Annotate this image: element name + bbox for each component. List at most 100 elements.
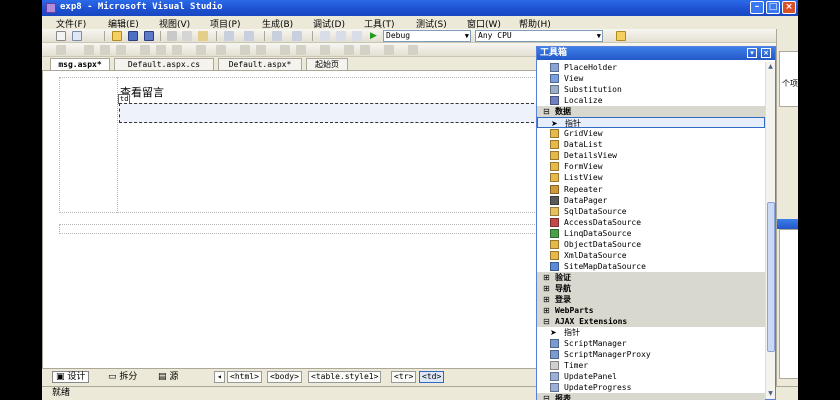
tab-start-page[interactable]: 起始页: [306, 58, 348, 70]
toolbox-item[interactable]: DataList: [537, 139, 765, 150]
open-file-icon[interactable]: [112, 31, 122, 41]
toolbox-item[interactable]: SiteMapDataSource: [537, 261, 765, 272]
toolbox-item[interactable]: Substitution: [537, 84, 765, 95]
paste-icon[interactable]: [198, 31, 208, 41]
minimize-button[interactable]: –: [750, 1, 764, 14]
center-horizontally-icon[interactable]: [240, 45, 250, 55]
align-icon[interactable]: [56, 45, 66, 55]
toolbox-item[interactable]: XmlDataSource: [537, 250, 765, 261]
collapse-icon[interactable]: ⊟: [543, 316, 550, 327]
tag-table-style1[interactable]: <table.style1>: [308, 371, 382, 383]
bring-to-front-icon[interactable]: [280, 45, 290, 55]
undo-icon[interactable]: [224, 31, 234, 41]
toolbox-category[interactable]: ⊟ AJAX Extensions: [537, 316, 765, 328]
toolbox-item[interactable]: AccessDataSource: [537, 217, 765, 228]
selected-table-cell[interactable]: [119, 103, 539, 123]
tab-order-icon[interactable]: [344, 45, 354, 55]
scroll-thumb[interactable]: [767, 202, 775, 352]
new-project-icon[interactable]: [56, 31, 66, 41]
design-surface[interactable]: 查看留言 td: [42, 70, 539, 370]
toolbox-item[interactable]: ListView: [537, 172, 765, 183]
toolbox-item-pointer[interactable]: ➤ 指针: [537, 117, 765, 129]
toolbox-item-pointer[interactable]: ➤ 指针: [537, 327, 765, 338]
toolbox-item[interactable]: ScriptManager: [537, 338, 765, 349]
horizontal-spacing-icon[interactable]: [196, 45, 206, 55]
auto-hide-pin-icon[interactable]: ▾: [747, 48, 757, 58]
find-in-files-icon[interactable]: [616, 31, 626, 41]
design-view-button[interactable]: ▣ 设计: [52, 371, 90, 383]
tab-default-aspx[interactable]: Default.aspx*: [218, 58, 302, 70]
navigate-forward-icon[interactable]: [292, 31, 302, 41]
solution-configuration-combo[interactable]: Debug ▼: [383, 30, 471, 42]
toolbox-item[interactable]: Localize: [537, 95, 765, 106]
toolbox-item[interactable]: SqlDataSource: [537, 206, 765, 217]
center-vertically-icon[interactable]: [256, 45, 266, 55]
tag-html[interactable]: <html>: [227, 371, 262, 383]
make-same-width-icon[interactable]: [140, 45, 150, 55]
navigate-back-icon[interactable]: [272, 31, 282, 41]
tag-td[interactable]: <td>: [419, 371, 445, 383]
collapse-icon[interactable]: ⊟: [543, 393, 550, 400]
save-icon[interactable]: [128, 31, 138, 41]
toolbox-category[interactable]: ⊟ 报表: [537, 393, 765, 400]
toolbox-item[interactable]: UpdateProgress: [537, 382, 765, 393]
collapse-icon[interactable]: ⊟: [543, 106, 550, 117]
toolbox-item[interactable]: Repeater: [537, 184, 765, 195]
toolbox-item[interactable]: Timer: [537, 360, 765, 371]
scroll-down-icon[interactable]: ▼: [766, 389, 775, 398]
cut-icon[interactable]: [167, 31, 177, 41]
tag-body[interactable]: <body>: [267, 371, 302, 383]
source-view-button[interactable]: ▤ 源: [154, 371, 182, 383]
start-debugging-icon[interactable]: ▶: [370, 31, 377, 41]
maximize-button[interactable]: □: [766, 1, 780, 14]
toolbox-category[interactable]: ⊟ 数据: [537, 106, 765, 118]
toolbox-item[interactable]: LinqDataSource: [537, 228, 765, 239]
snap-icon[interactable]: [384, 45, 394, 55]
lock-controls-icon[interactable]: [320, 45, 330, 55]
expand-icon[interactable]: ⊞: [543, 283, 550, 294]
expand-icon[interactable]: ⊞: [543, 294, 550, 305]
toolbox-category[interactable]: ⊞ 登录: [537, 293, 765, 306]
tag-tr[interactable]: <tr>: [391, 371, 417, 383]
comment-icon[interactable]: [336, 31, 346, 41]
toolbox-item[interactable]: DetailsView: [537, 150, 765, 161]
expand-icon[interactable]: ⊞: [543, 272, 550, 283]
tab-msg-aspx[interactable]: msg.aspx*: [50, 58, 110, 70]
toolbox-item[interactable]: PlaceHolder: [537, 62, 765, 73]
tab-default-aspx-cs[interactable]: Default.aspx.cs: [114, 58, 214, 70]
format-icon[interactable]: [408, 45, 418, 55]
toolbox-category[interactable]: ⊞ 导航: [537, 282, 765, 294]
toolbox-item[interactable]: FormView: [537, 161, 765, 172]
toolbox-category[interactable]: ⊞ 验证: [537, 271, 765, 283]
toolbox-close-icon[interactable]: ×: [761, 48, 771, 58]
toolbox-item[interactable]: ObjectDataSource: [537, 239, 765, 250]
toolbox-item[interactable]: UpdatePanel: [537, 371, 765, 382]
make-same-size-icon[interactable]: [172, 45, 182, 55]
publish-icon[interactable]: [320, 31, 330, 41]
align-right-icon[interactable]: [116, 45, 126, 55]
scroll-up-icon[interactable]: ▲: [766, 62, 775, 71]
toolbox-category[interactable]: ⊞ WebParts: [537, 305, 765, 317]
split-view-button[interactable]: ▭ 拆分: [104, 371, 141, 383]
toolbox-scrollbar[interactable]: ▲ ▼: [765, 62, 775, 399]
make-same-height-icon[interactable]: [156, 45, 166, 55]
close-button[interactable]: ×: [782, 1, 796, 14]
save-all-icon[interactable]: [144, 31, 154, 41]
toolbox-item[interactable]: View: [537, 73, 765, 84]
uncomment-icon[interactable]: [352, 31, 362, 41]
align-center-icon[interactable]: [100, 45, 110, 55]
expand-icon[interactable]: ⊞: [543, 305, 550, 316]
redo-icon[interactable]: [244, 31, 254, 41]
grid-icon[interactable]: [360, 45, 370, 55]
toolbox-item[interactable]: ScriptManagerProxy: [537, 349, 765, 360]
send-to-back-icon[interactable]: [296, 45, 306, 55]
vertical-spacing-icon[interactable]: [216, 45, 226, 55]
add-item-icon[interactable]: [72, 31, 82, 41]
solution-platform-combo[interactable]: Any CPU ▼: [475, 30, 603, 42]
copy-icon[interactable]: [182, 31, 192, 41]
align-left-icon[interactable]: [84, 45, 94, 55]
table-style1[interactable]: [117, 77, 539, 213]
toolbox-item[interactable]: GridView: [537, 128, 765, 139]
tag-nav-back-icon[interactable]: ◂: [214, 371, 225, 383]
toolbox-item[interactable]: DataPager: [537, 195, 765, 206]
